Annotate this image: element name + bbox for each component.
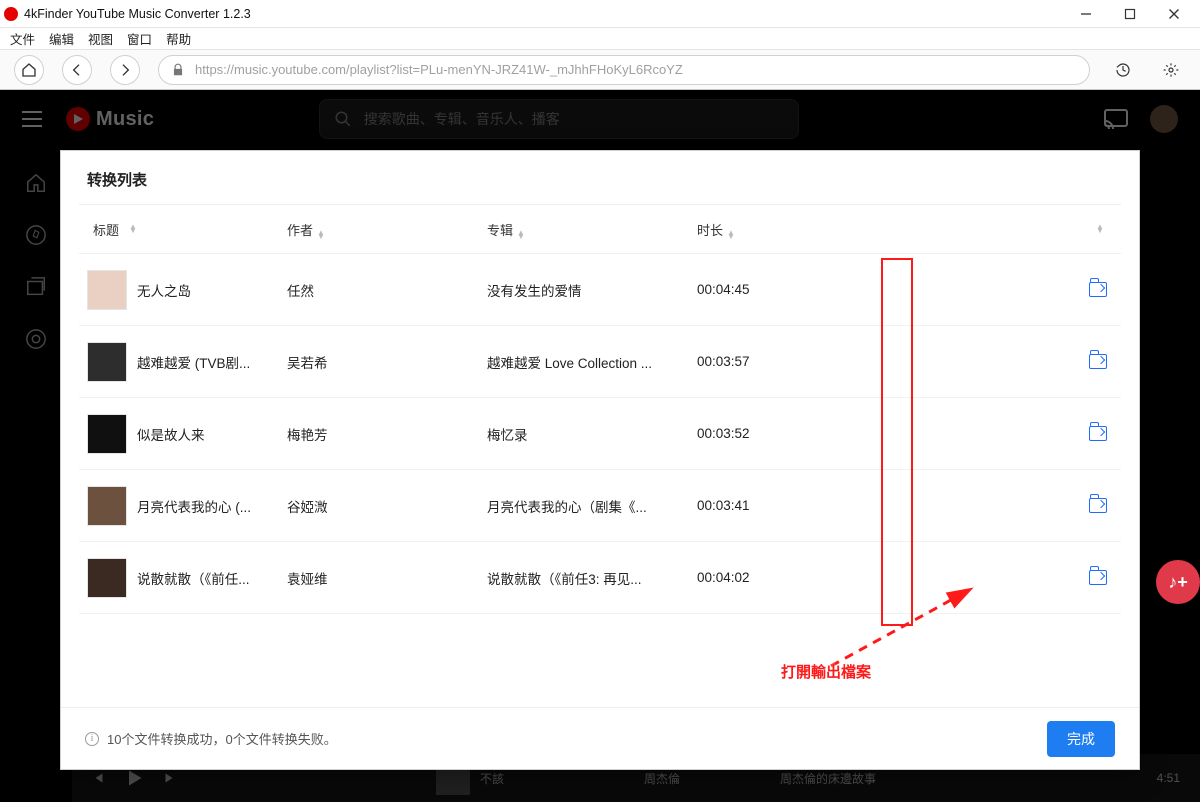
row-artist: 谷婭溦 (279, 496, 479, 516)
nav-explore-icon[interactable] (25, 224, 47, 246)
row-thumb (87, 486, 127, 526)
open-folder-icon[interactable] (1089, 426, 1107, 441)
nav-upgrade-icon[interactable] (25, 328, 47, 350)
search-icon (334, 110, 352, 128)
row-album: 梅忆录 (479, 424, 689, 444)
settings-button[interactable] (1156, 55, 1186, 85)
row-title: 似是故人来 (137, 424, 205, 444)
table-row: 越难越爱 (TVB剧... 吴若希 越难越爱 Love Collection .… (79, 326, 1121, 398)
ytmusic-search[interactable]: 搜索歌曲、专辑、音乐人、播客 (319, 99, 799, 139)
ytmusic-logo[interactable]: Music (66, 107, 154, 131)
play-icon[interactable] (124, 768, 144, 788)
done-button[interactable]: 完成 (1047, 721, 1115, 757)
open-folder-icon[interactable] (1089, 354, 1107, 369)
col-header-artist[interactable]: 作者▲▼ (279, 220, 479, 239)
row-duration: 00:04:45 (689, 282, 869, 297)
row-album: 没有发生的爱情 (479, 280, 689, 300)
row-title: 说散就散（《前任... (137, 568, 250, 588)
open-folder-icon[interactable] (1089, 570, 1107, 585)
window-close-button[interactable] (1152, 0, 1196, 28)
ytmusic-logo-text: Music (96, 108, 154, 131)
row-album: 月亮代表我的心（剧集《... (479, 496, 689, 516)
dialog-footer: i 10个文件转换成功，0个文件转换失败。 完成 (61, 707, 1139, 769)
url-text: https://music.youtube.com/playlist?list=… (195, 62, 683, 77)
row-title: 月亮代表我的心 (... (137, 496, 251, 516)
row-title: 越难越爱 (TVB剧... (137, 352, 250, 372)
forward-button[interactable] (110, 55, 140, 85)
window-titlebar: 4kFinder YouTube Music Converter 1.2.3 (0, 0, 1200, 28)
window-minimize-button[interactable] (1064, 0, 1108, 28)
dialog-title: 转换列表 (61, 151, 1139, 204)
url-box[interactable]: https://music.youtube.com/playlist?list=… (158, 55, 1090, 85)
row-duration: 00:03:57 (689, 354, 869, 369)
col-header-duration[interactable]: 时长▲▼ (689, 220, 869, 239)
player-duration: 4:51 (1157, 771, 1180, 785)
menu-file[interactable]: 文件 (10, 29, 35, 48)
window-maximize-button[interactable] (1108, 0, 1152, 28)
row-artist: 任然 (279, 280, 479, 300)
annotation-label: 打開輸出檔案 (781, 661, 871, 682)
status-text: i 10个文件转换成功，0个文件转换失败。 (85, 729, 337, 748)
floating-add-button[interactable] (1156, 560, 1200, 604)
back-button[interactable] (62, 55, 92, 85)
next-icon[interactable] (162, 771, 176, 785)
content-area: Music 搜索歌曲、专辑、音乐人、播客 赞过的自动華語歌Li Na抖音熱有没抖… (0, 90, 1200, 802)
table-row: 似是故人来 梅艳芳 梅忆录 00:03:52 (79, 398, 1121, 470)
row-album: 越难越爱 Love Collection ... (479, 352, 689, 372)
row-artist: 袁娅维 (279, 568, 479, 588)
row-duration: 00:03:52 (689, 426, 869, 441)
search-placeholder: 搜索歌曲、专辑、音乐人、播客 (364, 109, 560, 129)
col-header-title[interactable]: 标题▲▼ (79, 220, 279, 239)
row-title: 无人之岛 (137, 280, 191, 300)
row-thumb (87, 558, 127, 598)
row-artist: 吴若希 (279, 352, 479, 372)
open-folder-icon[interactable] (1089, 282, 1107, 297)
convert-list-dialog: 转换列表 标题▲▼ 作者▲▼ 专辑▲▼ 时长▲▼ ▲▼ 无人之岛 任然 没有发生… (60, 150, 1140, 770)
row-artist: 梅艳芳 (279, 424, 479, 444)
menu-view[interactable]: 视图 (88, 29, 113, 48)
nav-home-icon[interactable] (25, 172, 47, 194)
row-duration: 00:03:41 (689, 498, 869, 513)
col-header-album[interactable]: 专辑▲▼ (479, 220, 689, 239)
menu-help[interactable]: 帮助 (166, 29, 191, 48)
row-thumb (87, 414, 127, 454)
table-row: 无人之岛 任然 没有发生的爱情 00:04:45 (79, 254, 1121, 326)
row-thumb (87, 270, 127, 310)
app-icon (4, 7, 18, 21)
history-button[interactable] (1108, 55, 1138, 85)
player-album: 周杰倫的床邊故事 (780, 770, 876, 787)
avatar[interactable] (1150, 105, 1178, 133)
player-track: 不該 (480, 770, 504, 787)
prev-icon[interactable] (92, 771, 106, 785)
cast-icon[interactable] (1104, 109, 1128, 129)
table-header: 标题▲▼ 作者▲▼ 专辑▲▼ 时长▲▼ ▲▼ (79, 204, 1121, 254)
home-button[interactable] (14, 55, 44, 85)
player-artist: 周杰倫 (644, 770, 680, 787)
menubar: 文件 编辑 视图 窗口 帮助 (0, 28, 1200, 50)
table-row: 月亮代表我的心 (... 谷婭溦 月亮代表我的心（剧集《... 00:03:41 (79, 470, 1121, 542)
row-thumb (87, 342, 127, 382)
ytmusic-topbar: Music 搜索歌曲、专辑、音乐人、播客 (0, 90, 1200, 148)
hamburger-icon[interactable] (22, 111, 42, 127)
window-title: 4kFinder YouTube Music Converter 1.2.3 (24, 7, 251, 21)
info-icon: i (85, 732, 99, 746)
open-folder-icon[interactable] (1089, 498, 1107, 513)
menu-window[interactable]: 窗口 (127, 29, 152, 48)
browser-toolbar: https://music.youtube.com/playlist?list=… (0, 50, 1200, 90)
row-album: 说散就散（《前任3: 再见... (479, 568, 689, 588)
nav-library-icon[interactable] (25, 276, 47, 298)
menu-edit[interactable]: 编辑 (49, 29, 74, 48)
lock-icon (171, 63, 185, 77)
